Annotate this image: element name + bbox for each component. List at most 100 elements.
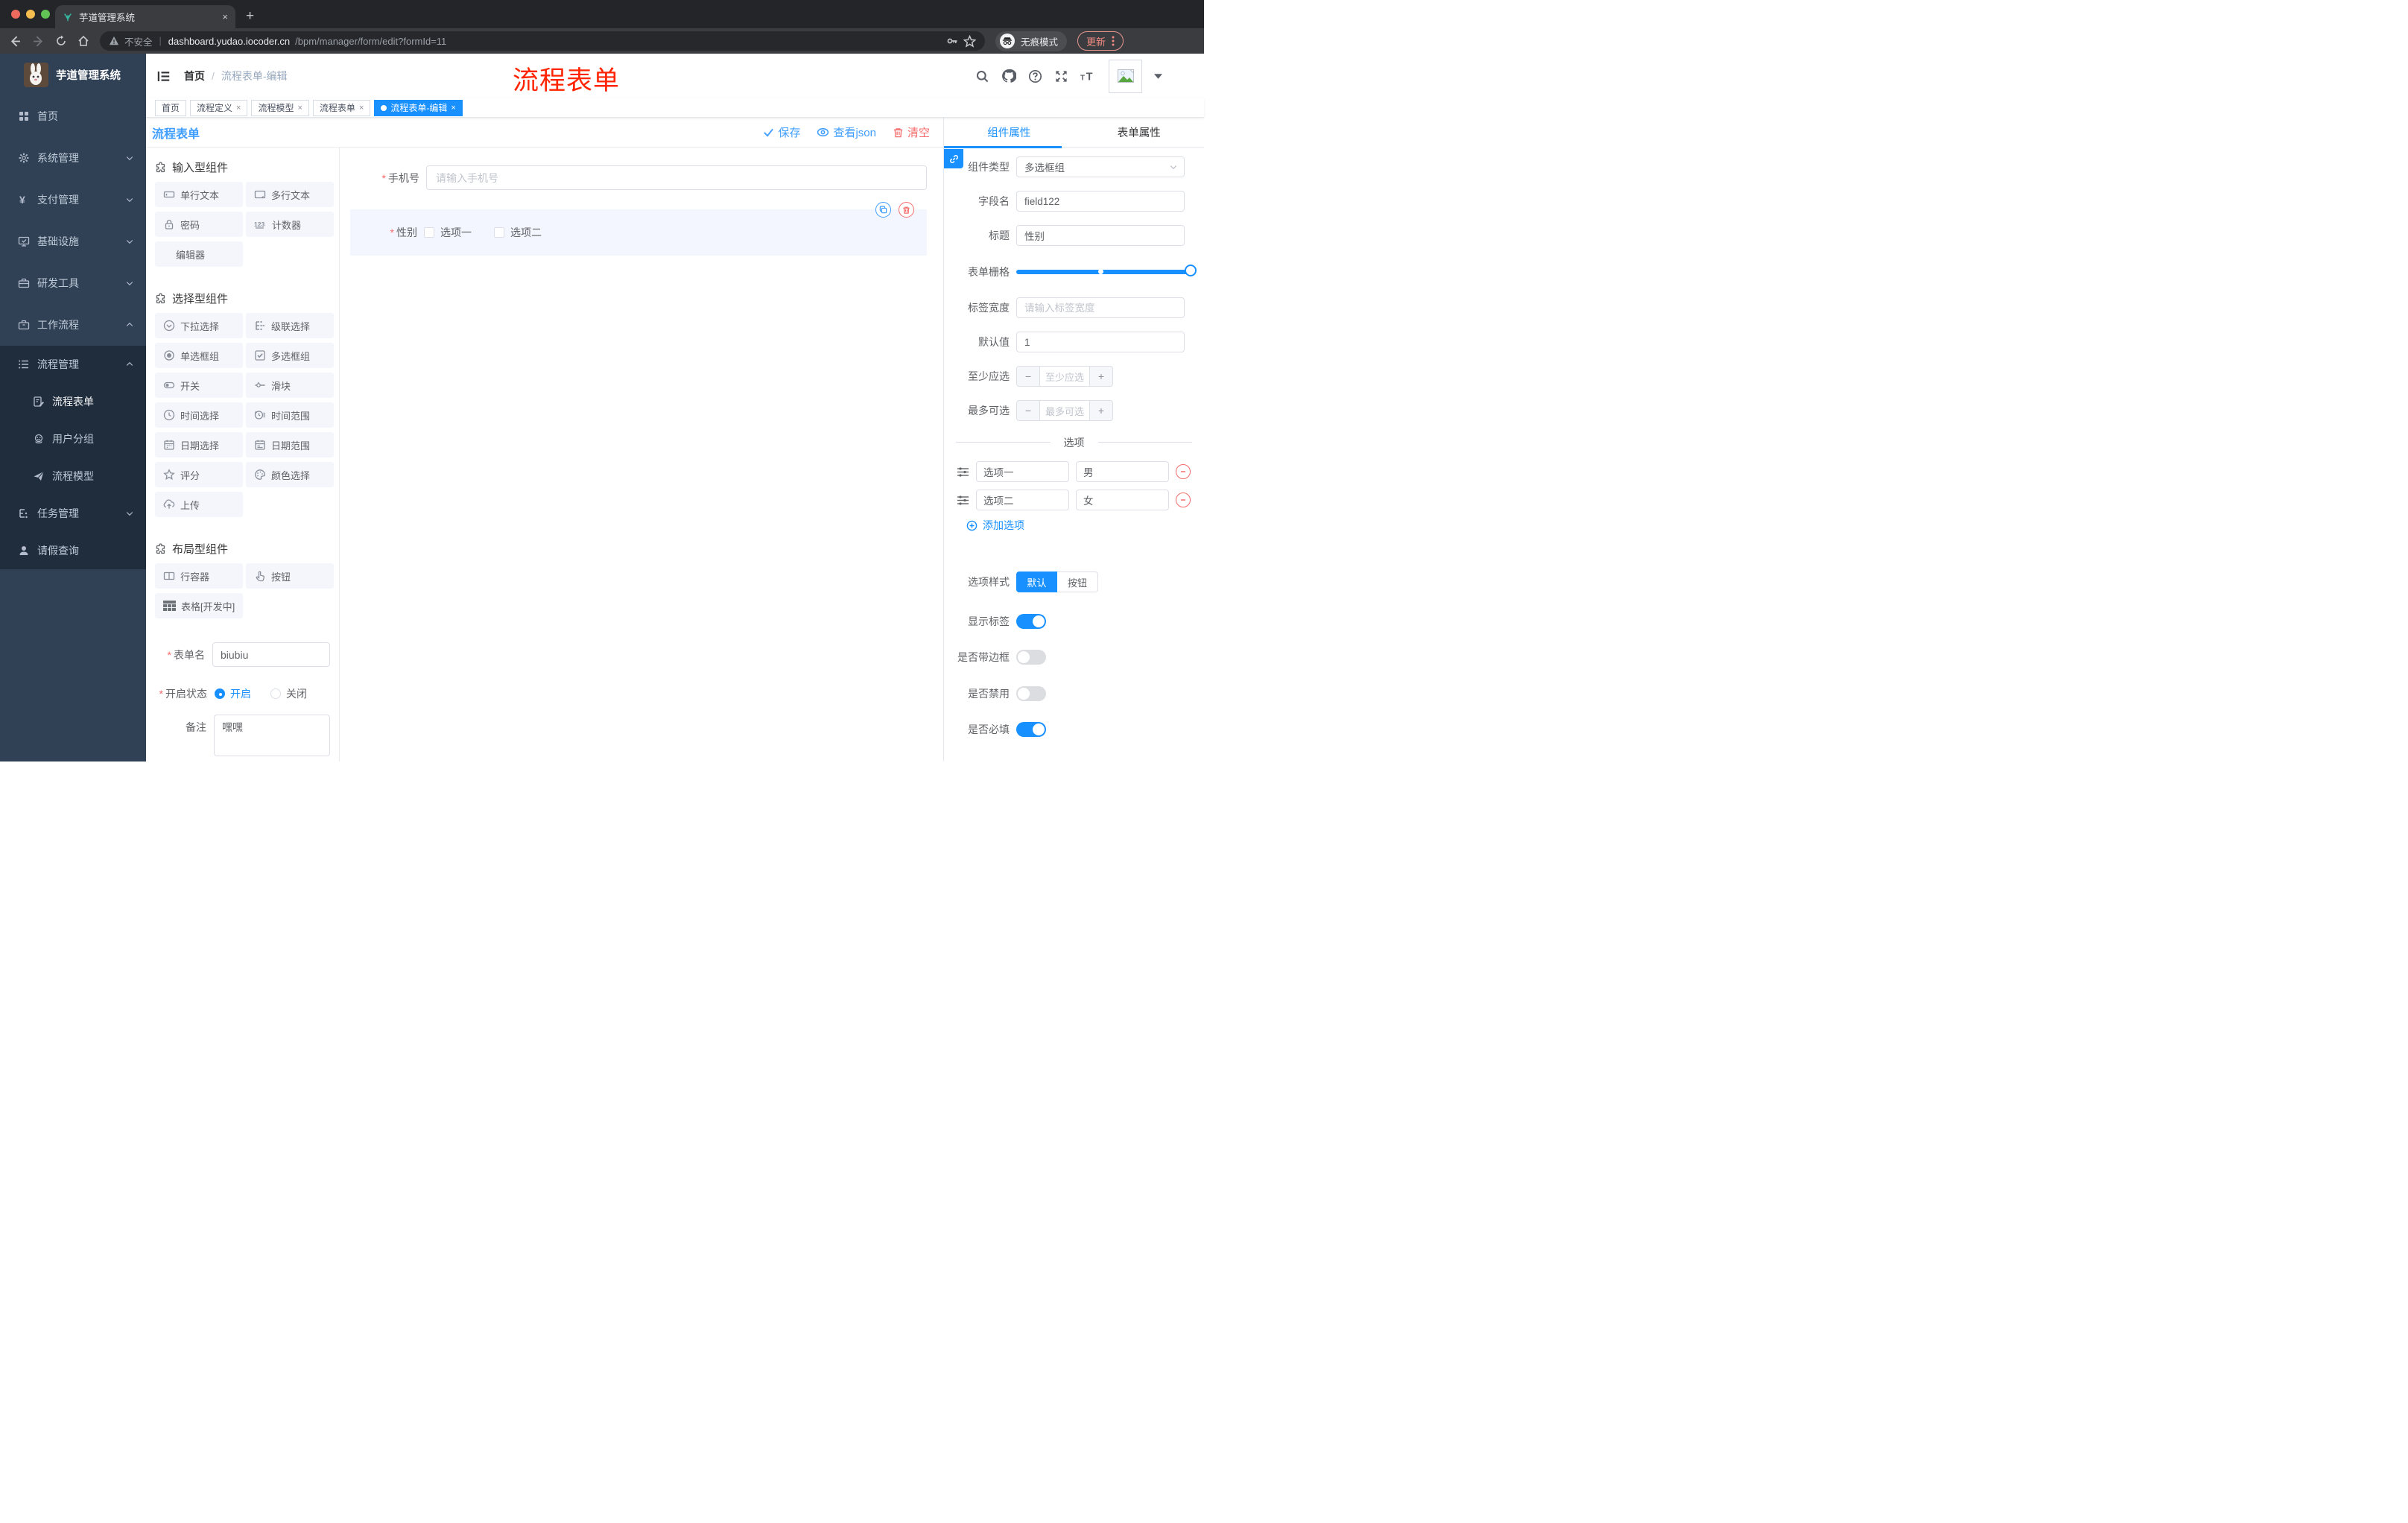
tab-form-props[interactable]: 表单属性 xyxy=(1074,118,1205,147)
avatar[interactable] xyxy=(1109,59,1142,93)
tag-首页[interactable]: 首页 xyxy=(155,99,187,116)
view-json-button[interactable]: 查看json xyxy=(817,124,876,140)
option-text-input[interactable] xyxy=(976,490,1069,510)
breadcrumb-home[interactable]: 首页 xyxy=(184,69,205,83)
palette-item-日期选择[interactable]: 日期选择 xyxy=(155,432,243,457)
github-icon[interactable] xyxy=(1001,69,1016,83)
close-window-button[interactable] xyxy=(11,10,20,19)
back-icon[interactable] xyxy=(9,35,22,48)
url-field[interactable]: 不安全 | dashboard.yudao.iocoder.cn/bpm/man… xyxy=(100,31,985,51)
add-option-button[interactable]: 添加选项 xyxy=(966,518,1204,533)
palette-item-行容器[interactable]: 行容器 xyxy=(155,563,243,589)
palette-item-时间选择[interactable]: 时间选择 xyxy=(155,402,243,428)
password-key-icon[interactable] xyxy=(946,35,958,47)
phone-input[interactable] xyxy=(426,165,927,190)
fullscreen-icon[interactable] xyxy=(1054,69,1068,83)
checkbox-icon[interactable] xyxy=(424,227,434,238)
selected-component-gender[interactable]: * 性别 选项一 选项二 xyxy=(350,202,927,256)
palette-item-计数器[interactable]: 123 计数器 xyxy=(246,212,334,237)
home-icon[interactable] xyxy=(77,35,89,47)
sidebar-item-请假查询[interactable]: 请假查询 xyxy=(0,532,146,569)
palette-item-编辑器[interactable]: 编辑器 xyxy=(155,241,243,267)
component-type-value[interactable] xyxy=(1016,156,1185,177)
radio-icon[interactable] xyxy=(270,688,281,699)
tag-close-icon[interactable]: × xyxy=(297,104,302,113)
help-icon[interactable] xyxy=(1028,69,1042,83)
palette-item-下拉选择[interactable]: 下拉选择 xyxy=(155,313,243,338)
sidebar-item-基础设施[interactable]: 基础设施 xyxy=(0,221,146,262)
increase-button[interactable]: + xyxy=(1089,367,1112,386)
palette-item-评分[interactable]: 评分 xyxy=(155,462,243,487)
checkbox-icon[interactable] xyxy=(494,227,504,238)
max-select-placeholder[interactable]: 最多可选 xyxy=(1040,401,1089,420)
decrease-button[interactable]: − xyxy=(1017,367,1040,386)
sidebar-item-流程管理[interactable]: 流程管理 xyxy=(0,346,146,383)
sidebar-item-流程表单[interactable]: 流程表单 xyxy=(0,383,146,420)
sidebar-item-任务管理[interactable]: 任务管理 xyxy=(0,495,146,532)
palette-item-密码[interactable]: 密码 xyxy=(155,212,243,237)
sidebar-logo[interactable]: 芋道管理系统 xyxy=(0,54,146,95)
zoom-window-button[interactable] xyxy=(41,10,50,19)
palette-item-颜色选择[interactable]: 颜色选择 xyxy=(246,462,334,487)
tag-close-icon[interactable]: × xyxy=(236,104,241,113)
grid-slider[interactable] xyxy=(1016,262,1197,282)
tab-close-icon[interactable]: × xyxy=(222,11,228,22)
increase-button[interactable]: + xyxy=(1089,401,1112,420)
browser-tab[interactable]: 芋道管理系统 × xyxy=(55,5,235,28)
toggle-switch[interactable] xyxy=(1016,613,1046,629)
palette-item-时间范围[interactable]: 时间范围 xyxy=(246,402,334,428)
tab-component-props[interactable]: 组件属性 xyxy=(944,118,1074,147)
gender-option-2[interactable]: 选项二 xyxy=(494,225,542,240)
palette-item-上传[interactable]: 上传 xyxy=(155,492,243,517)
gender-option-1[interactable]: 选项一 xyxy=(424,225,472,240)
style-default-button[interactable]: 默认 xyxy=(1016,571,1057,592)
sidebar-item-研发工具[interactable]: 研发工具 xyxy=(0,262,146,304)
field-name-input[interactable] xyxy=(1016,191,1185,212)
menu-fold-icon[interactable] xyxy=(156,69,171,83)
phone-field-row[interactable]: * 手机号 xyxy=(340,165,943,190)
tag-流程模型[interactable]: 流程模型 × xyxy=(251,99,309,116)
palette-item-滑块[interactable]: 滑块 xyxy=(246,373,334,398)
component-type-select[interactable] xyxy=(1016,156,1185,177)
tag-流程定义[interactable]: 流程定义 × xyxy=(190,99,248,116)
style-button-button[interactable]: 按钮 xyxy=(1057,571,1098,592)
tag-close-icon[interactable]: × xyxy=(359,104,364,113)
min-select-placeholder[interactable]: 至少应选 xyxy=(1040,367,1089,386)
avatar-caret-icon[interactable] xyxy=(1154,73,1162,79)
toggle-switch[interactable] xyxy=(1016,685,1046,701)
drag-handle-icon[interactable] xyxy=(957,466,969,478)
sidebar-item-工作流程[interactable]: 工作流程 xyxy=(0,304,146,346)
sidebar-item-系统管理[interactable]: 系统管理 xyxy=(0,137,146,179)
default-value-input[interactable] xyxy=(1016,332,1185,352)
link-tab-icon[interactable] xyxy=(944,149,963,168)
sidebar-item-流程模型[interactable]: 流程模型 xyxy=(0,457,146,495)
status-off-radio[interactable]: 关闭 xyxy=(270,686,307,701)
palette-item-多行文本[interactable]: 多行文本 xyxy=(246,182,334,207)
palette-item-表格[开发中][interactable]: 表格[开发中] xyxy=(155,593,243,618)
browser-menu-icon[interactable] xyxy=(1112,35,1115,47)
tag-close-icon[interactable]: × xyxy=(451,104,455,113)
delete-component-button[interactable] xyxy=(899,202,914,218)
decrease-button[interactable]: − xyxy=(1017,401,1040,420)
new-tab-button[interactable]: + xyxy=(246,8,254,25)
clear-button[interactable]: 清空 xyxy=(893,124,930,140)
palette-item-开关[interactable]: 开关 xyxy=(155,373,243,398)
slider-runway[interactable] xyxy=(1016,265,1197,276)
palette-item-日期范围[interactable]: 日期范围 xyxy=(246,432,334,457)
tag-流程表单[interactable]: 流程表单 × xyxy=(312,99,371,116)
bookmark-star-icon[interactable] xyxy=(963,34,976,48)
reload-icon[interactable] xyxy=(55,35,67,47)
title-input[interactable] xyxy=(1016,225,1185,246)
palette-item-按钮[interactable]: 按钮 xyxy=(246,563,334,589)
copy-component-button[interactable] xyxy=(875,202,891,218)
window-controls[interactable] xyxy=(11,10,50,19)
browser-update-button[interactable]: 更新 xyxy=(1077,31,1124,51)
font-size-icon[interactable]: TT xyxy=(1080,69,1097,83)
palette-item-单选框组[interactable]: 单选框组 xyxy=(155,343,243,368)
palette-item-单行文本[interactable]: 单行文本 xyxy=(155,182,243,207)
forward-icon[interactable] xyxy=(32,35,45,48)
search-icon[interactable] xyxy=(975,69,989,83)
option-text-input[interactable] xyxy=(976,461,1069,482)
remove-option-button[interactable] xyxy=(1176,493,1191,507)
option-value-input[interactable] xyxy=(1076,461,1169,482)
